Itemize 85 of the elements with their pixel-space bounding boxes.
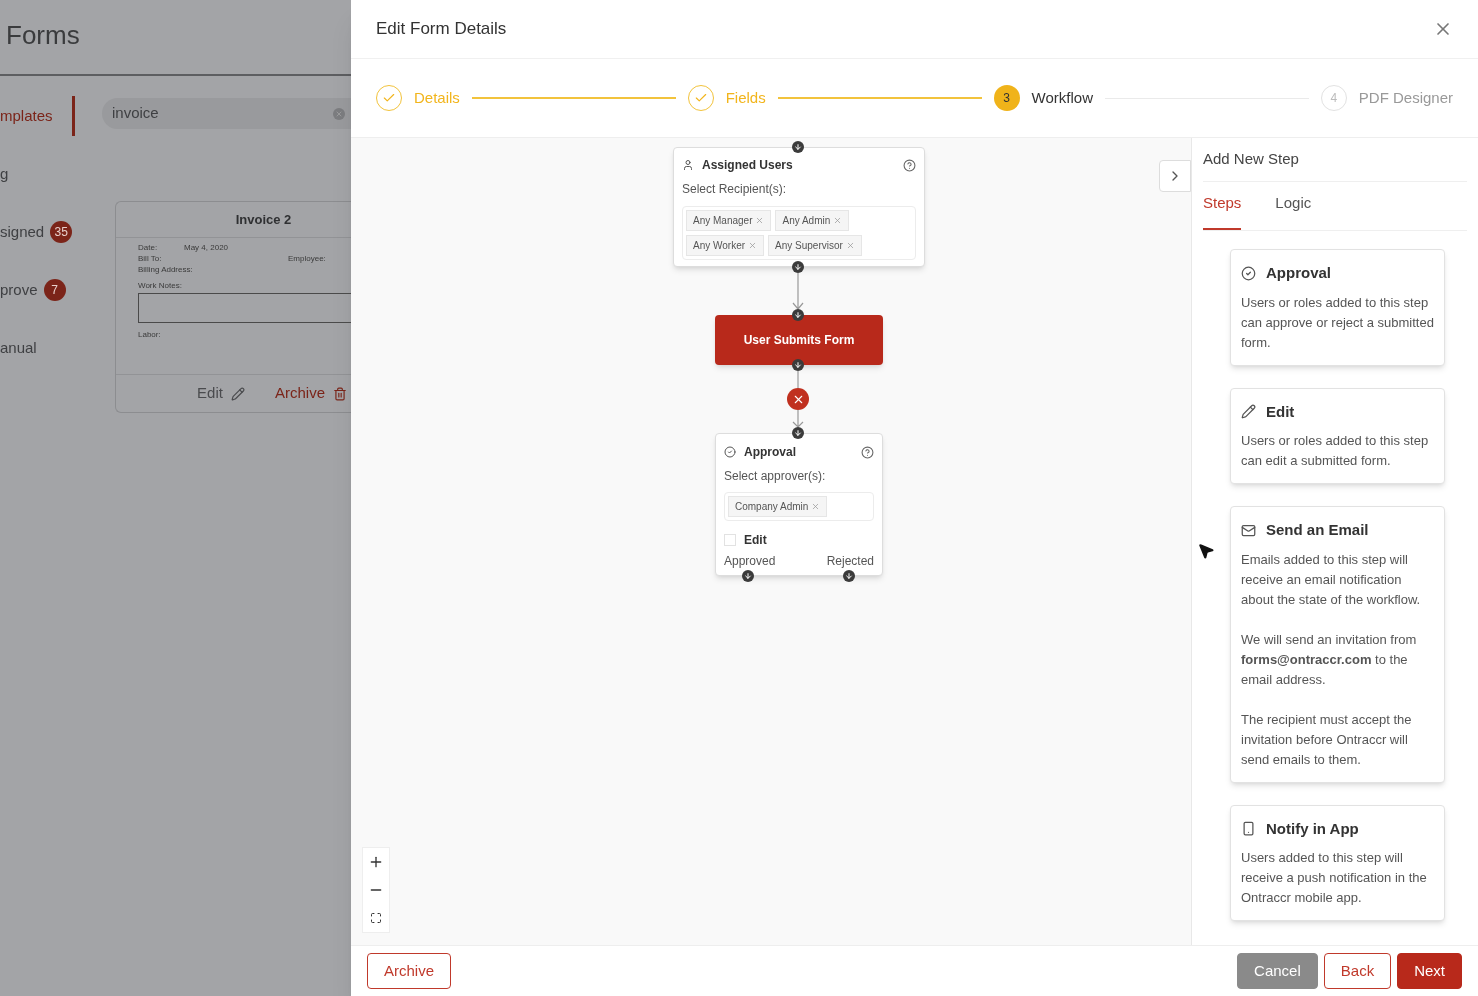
dialog-title: Edit Form Details xyxy=(376,18,507,41)
nav-item[interactable]: signed 35 xyxy=(0,212,75,252)
user-icon xyxy=(682,159,694,171)
connector-line xyxy=(797,370,799,389)
wizard-step[interactable]: 3 Workflow xyxy=(993,85,1093,111)
nav-item[interactable]: mplates xyxy=(0,96,75,136)
card-description: Users or roles added to this step can edit a submitted form. xyxy=(1241,432,1430,470)
card-title: Edit xyxy=(1266,401,1295,422)
search-field[interactable]: invoice xyxy=(102,98,351,129)
preview-label: Date: xyxy=(138,244,159,252)
preview-value: May 4, 2020 xyxy=(184,244,229,252)
node-title: Approval xyxy=(744,444,796,461)
node-title: Assigned Users xyxy=(702,157,793,174)
card-title: Notify in App xyxy=(1266,818,1359,839)
help-icon xyxy=(861,445,874,459)
remove-icon xyxy=(748,241,758,250)
phone-icon xyxy=(1241,821,1256,837)
pencil-icon xyxy=(230,386,245,401)
edit-link[interactable]: Edit xyxy=(197,382,245,405)
workflow-node[interactable]: Approval Select approver(s): Company Admin Edit Approved Rejected xyxy=(715,433,883,576)
preview-label: Labor: xyxy=(138,331,162,339)
mail-icon xyxy=(1241,522,1256,538)
node-prompt: Select approver(s): xyxy=(724,468,827,485)
tag-select-field[interactable]: Company Admin xyxy=(724,492,874,521)
output-label: Rejected xyxy=(826,553,874,570)
card-title: Approval xyxy=(1266,263,1331,283)
count-badge: 7 xyxy=(43,279,66,301)
tag: Company Admin xyxy=(728,496,828,517)
checkbox[interactable] xyxy=(724,534,736,546)
card-description: The recipient must accept the invitation before Ontraccr will send emails to them. xyxy=(1241,710,1413,769)
checkbox-label: Edit xyxy=(744,532,767,549)
tag: Any Worker xyxy=(686,235,765,256)
footer-button[interactable]: Cancel xyxy=(1237,953,1318,989)
tag: Any Admin xyxy=(775,210,850,231)
card-description: Emails added to this step will receive an email notification about the state of the workflow. xyxy=(1241,550,1422,609)
tab[interactable]: Logic xyxy=(1275,191,1312,230)
tag-select-field[interactable]: Any Manager Any Admin Any Worker Any Supervisor xyxy=(682,206,916,260)
connection-handle[interactable] xyxy=(792,427,804,439)
panel-title: Add New Step xyxy=(1203,149,1299,170)
remove-icon xyxy=(845,241,855,250)
node-prompt: Select Recipient(s): xyxy=(682,181,788,198)
cursor-icon xyxy=(1197,542,1215,560)
footer-button[interactable]: Back xyxy=(1323,953,1392,989)
remove-icon xyxy=(755,216,765,225)
nav-item[interactable]: anual xyxy=(0,328,75,368)
trigger-node[interactable]: User Submits Form xyxy=(715,315,883,365)
card-description: Users or roles added to this step can approve or reject a submitted form. xyxy=(1241,293,1434,352)
count-badge: 35 xyxy=(50,221,73,243)
tag: Any Manager xyxy=(686,210,772,231)
preview-label: Bill To: xyxy=(138,255,163,263)
check-circle-icon xyxy=(1241,265,1256,281)
pencil-icon xyxy=(1241,404,1256,420)
step-number: 3 xyxy=(993,85,1020,111)
trash-icon xyxy=(333,386,347,401)
check-circle-icon xyxy=(724,446,736,458)
card-description: Users added to this step will receive a push notification in the Ontraccr mobile app. xyxy=(1241,849,1428,907)
connection-handle[interactable] xyxy=(792,141,804,153)
nav-item[interactable]: prove 7 xyxy=(0,270,75,310)
archive-button[interactable]: Archive xyxy=(367,953,452,989)
nav-item[interactable]: g xyxy=(0,154,75,194)
wizard-step[interactable]: 4 PDF Designer xyxy=(1320,85,1453,111)
step-card[interactable]: Edit Users or roles added to this step can edit a submitted form. xyxy=(1230,387,1445,484)
tag: Any Supervisor xyxy=(768,235,862,256)
workflow-node[interactable]: Assigned Users Select Recipient(s): Any Manager Any Admin Any Worker Any Supervisor xyxy=(673,147,925,267)
step-card[interactable]: Notify in App Users added to this step will receive a push notification in the Ontraccr mobile app. xyxy=(1230,804,1445,921)
card-title: Invoice 2 xyxy=(235,210,292,229)
preview-label: Work Notes: xyxy=(138,282,183,290)
delete-connection-button[interactable] xyxy=(787,388,809,410)
preview-label: Billing Address: xyxy=(138,266,194,274)
remove-icon xyxy=(811,502,821,511)
card-description: We will send an invitation from forms@ontraccr.com to the email address. xyxy=(1241,630,1418,689)
connection-handle[interactable] xyxy=(792,309,804,321)
help-icon xyxy=(903,158,916,172)
tab[interactable]: Steps xyxy=(1203,191,1242,230)
connector-arrow xyxy=(792,272,804,310)
step-card[interactable]: Approval Users or roles added to this step can approve or reject a submitted form. xyxy=(1230,249,1445,366)
page-title: Forms xyxy=(6,18,80,52)
archive-link[interactable]: Archive xyxy=(274,382,347,405)
connector-arrow xyxy=(792,409,804,428)
step-card[interactable] xyxy=(1230,506,1445,783)
output-label: Approved xyxy=(724,553,776,570)
preview-label: Employee: xyxy=(288,255,326,263)
card-title: Send an Email xyxy=(1266,520,1369,540)
footer-button[interactable]: Next xyxy=(1397,953,1462,989)
remove-icon xyxy=(833,216,843,225)
